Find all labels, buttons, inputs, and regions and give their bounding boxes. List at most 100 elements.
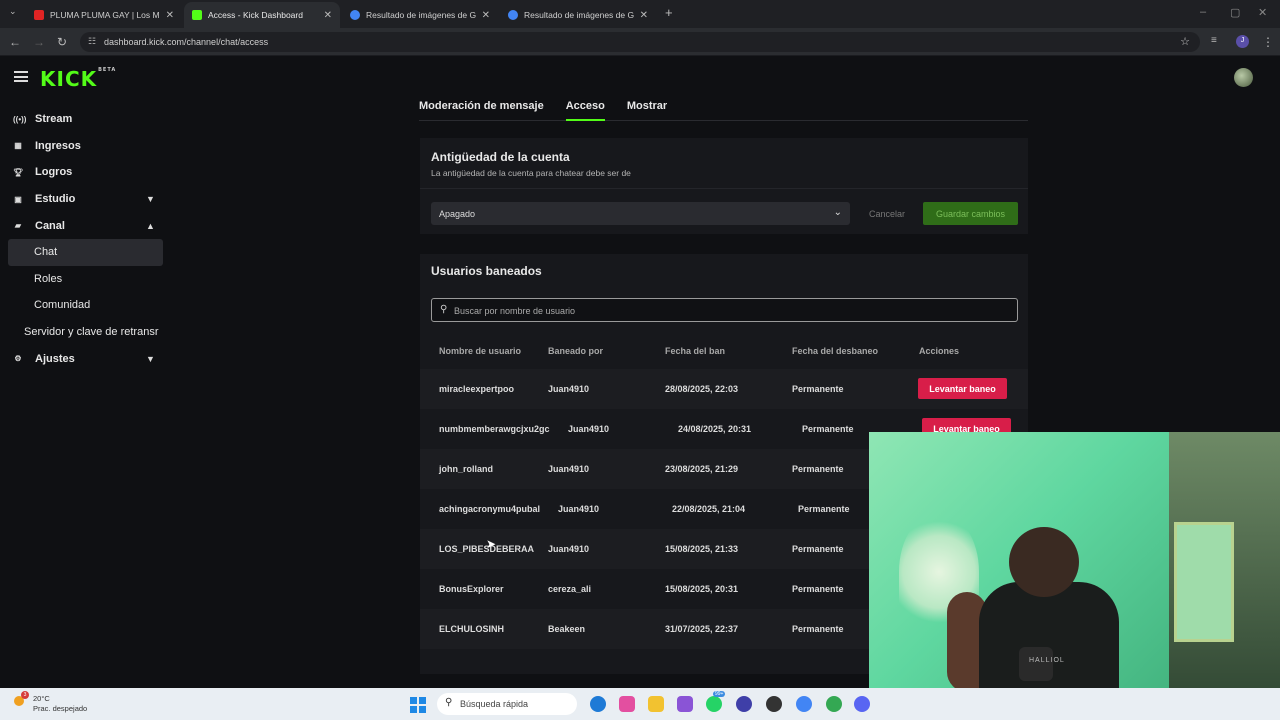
taskbar-search-input[interactable]: ⚲ Búsqueda rápida bbox=[437, 693, 577, 715]
main-content: Moderación de mensaje Acceso Mostrar Ant… bbox=[419, 92, 1028, 674]
sidebar-item-comunidad[interactable]: Comunidad bbox=[0, 292, 170, 319]
chrome-profile-icon[interactable] bbox=[826, 696, 842, 712]
tab-mostrar[interactable]: Mostrar bbox=[627, 92, 667, 120]
sidebar-item-ajustes[interactable]: ⚙ Ajustes ▼ bbox=[0, 345, 170, 372]
close-tab-icon[interactable]: ✕ bbox=[640, 10, 648, 21]
weather-badge: 3 bbox=[21, 691, 29, 699]
chrome-icon[interactable] bbox=[796, 696, 812, 712]
obs-icon[interactable] bbox=[736, 696, 752, 712]
chevron-down-icon: ▼ bbox=[146, 194, 155, 205]
studio-icon: ▣ bbox=[14, 194, 22, 204]
account-age-select[interactable]: Apagado ⌄ bbox=[431, 202, 850, 225]
sidebar-item-label: Roles bbox=[34, 272, 63, 285]
url-field[interactable]: ☷ dashboard.kick.com/channel/chat/access… bbox=[80, 32, 1200, 52]
sidebar-item-chat[interactable]: Chat bbox=[8, 238, 163, 266]
sidebar-item-label: Estudio bbox=[35, 193, 76, 206]
tab-acceso[interactable]: Acceso bbox=[565, 92, 606, 121]
reload-icon[interactable]: ↻ bbox=[57, 35, 67, 49]
mouse-cursor-icon: ➤ bbox=[486, 537, 497, 551]
sidebar-item-label: Servidor y clave de retransr bbox=[24, 326, 159, 339]
column-header: Fecha del ban bbox=[665, 346, 726, 356]
whatsapp-icon[interactable] bbox=[706, 696, 722, 712]
taskbar-search-placeholder: Búsqueda rápida bbox=[460, 699, 529, 709]
close-tab-icon[interactable]: ✕ bbox=[482, 10, 490, 21]
close-tab-icon[interactable]: ✕ bbox=[324, 10, 332, 21]
search-placeholder: Buscar por nombre de usuario bbox=[454, 306, 576, 316]
hamburger-menu-icon[interactable] bbox=[14, 71, 28, 82]
bookmark-star-icon[interactable]: ☆ bbox=[1180, 35, 1190, 48]
browser-menu-icon[interactable]: ⋮ bbox=[1262, 35, 1274, 49]
sidebar: ((•)) Stream ▦ Ingresos 🏆︎ Logros ▣ Estu… bbox=[0, 106, 170, 372]
minimize-icon[interactable]: – bbox=[1200, 6, 1206, 18]
ban-date-cell: 24/08/2025, 20:31 bbox=[678, 424, 752, 434]
notification-badge: 99+ bbox=[713, 691, 726, 697]
sidebar-item-label: Ingresos bbox=[35, 139, 81, 152]
site-info-icon[interactable]: ☷ bbox=[88, 36, 96, 47]
save-changes-button[interactable]: Guardar cambios bbox=[923, 202, 1018, 225]
browser-tab-title: Resultado de imágenes de Goo bbox=[524, 10, 634, 20]
browser-tab-2[interactable]: Access - Kick Dashboard ✕ bbox=[184, 2, 340, 28]
discord-icon[interactable] bbox=[854, 696, 870, 712]
unban-date-cell: Permanente bbox=[802, 424, 854, 434]
unban-date-cell: Permanente bbox=[792, 584, 844, 594]
webcam-mirror bbox=[1174, 522, 1234, 642]
youtube-favicon-icon bbox=[34, 10, 44, 20]
lift-ban-button[interactable]: Levantar baneo bbox=[918, 378, 1007, 399]
sidebar-item-canal[interactable]: ▰ Canal ▲ bbox=[0, 212, 170, 239]
banned-by-cell: Juan4910 bbox=[558, 504, 600, 514]
banned-by-cell: cereza_ali bbox=[548, 584, 592, 594]
unban-date-cell: Permanente bbox=[792, 544, 844, 554]
sidebar-item-logros[interactable]: 🏆︎ Logros bbox=[0, 159, 170, 186]
close-tab-icon[interactable]: ✕ bbox=[166, 10, 174, 21]
sidebar-item-label: Stream bbox=[35, 113, 73, 126]
account-age-description: La antigüedad de la cuenta para chatear … bbox=[431, 168, 631, 178]
table-row: miracleexpertpoo Juan4910 28/08/2025, 22… bbox=[420, 369, 1028, 409]
select-value: Apagado bbox=[439, 209, 476, 219]
kick-logo[interactable]: KICKBETA bbox=[40, 67, 116, 91]
new-tab-plus-icon[interactable]: + bbox=[665, 5, 673, 20]
windows-start-icon[interactable] bbox=[410, 697, 426, 713]
search-input[interactable]: ⚲ Buscar por nombre de usuario bbox=[431, 298, 1018, 322]
store-icon[interactable] bbox=[677, 696, 693, 712]
banned-by-cell: Juan4910 bbox=[568, 424, 610, 434]
url-text: dashboard.kick.com/channel/chat/access bbox=[104, 37, 269, 47]
sidebar-item-label: Comunidad bbox=[34, 299, 91, 312]
browser-tab-1[interactable]: PLUMA PLUMA GAY | Los Morr ✕ bbox=[26, 2, 182, 28]
forward-arrow-icon[interactable]: → bbox=[33, 35, 45, 49]
table-header: Nombre de usuario Baneado por Fecha del … bbox=[420, 346, 1028, 362]
media-control-icon[interactable]: ≡ bbox=[1211, 35, 1217, 46]
username-cell: BonusExplorer bbox=[439, 584, 504, 594]
weather-widget[interactable]: 3 20°C Prac. despejado bbox=[14, 691, 88, 714]
unban-date-cell: Permanente bbox=[798, 504, 850, 514]
cancel-button[interactable]: Cancelar bbox=[861, 202, 913, 225]
back-arrow-icon[interactable]: ← bbox=[9, 35, 21, 49]
sidebar-item-servidor[interactable]: Servidor y clave de retransr bbox=[0, 319, 170, 346]
sidebar-item-stream[interactable]: ((•)) Stream bbox=[0, 106, 170, 133]
app-icon[interactable] bbox=[766, 696, 782, 712]
sidebar-item-estudio[interactable]: ▣ Estudio ▼ bbox=[0, 186, 170, 213]
browser-tab-title: Access - Kick Dashboard bbox=[208, 10, 303, 20]
unban-date-cell: Permanente bbox=[792, 384, 844, 394]
tab-moderacion[interactable]: Moderación de mensaje bbox=[419, 92, 544, 120]
close-window-icon[interactable]: ✕ bbox=[1258, 6, 1267, 19]
copilot-icon[interactable] bbox=[619, 696, 635, 712]
sidebar-item-roles[interactable]: Roles bbox=[0, 266, 170, 293]
settings-tabs: Moderación de mensaje Acceso Mostrar bbox=[419, 92, 1028, 121]
weather-desc: Prac. despejado bbox=[33, 704, 88, 713]
username-cell: achingacronymu4pubal bbox=[439, 504, 541, 514]
account-age-title: Antigüedad de la cuenta bbox=[431, 150, 570, 164]
profile-avatar[interactable]: J bbox=[1236, 35, 1249, 48]
windows-taskbar: 3 20°C Prac. despejado ⚲ Búsqueda rápida… bbox=[0, 688, 1280, 720]
browser-tab-4[interactable]: Resultado de imágenes de Goo ✕ bbox=[500, 2, 656, 28]
file-explorer-icon[interactable] bbox=[648, 696, 664, 712]
sidebar-item-ingresos[interactable]: ▦ Ingresos bbox=[0, 133, 170, 160]
browser-address-bar: ← → ↻ ☷ dashboard.kick.com/channel/chat/… bbox=[0, 28, 1280, 56]
tab-list-chevron-icon[interactable]: ⌄ bbox=[9, 6, 17, 17]
maximize-icon[interactable]: ▢ bbox=[1230, 6, 1240, 19]
ban-date-cell: 15/08/2025, 21:33 bbox=[665, 544, 739, 554]
browser-tab-3[interactable]: Resultado de imágenes de Goo ✕ bbox=[342, 2, 498, 28]
account-age-card: Antigüedad de la cuenta La antigüedad de… bbox=[420, 138, 1028, 234]
edge-icon[interactable] bbox=[590, 696, 606, 712]
user-avatar[interactable] bbox=[1234, 68, 1253, 87]
browser-tab-title: PLUMA PLUMA GAY | Los Morr bbox=[50, 10, 160, 20]
